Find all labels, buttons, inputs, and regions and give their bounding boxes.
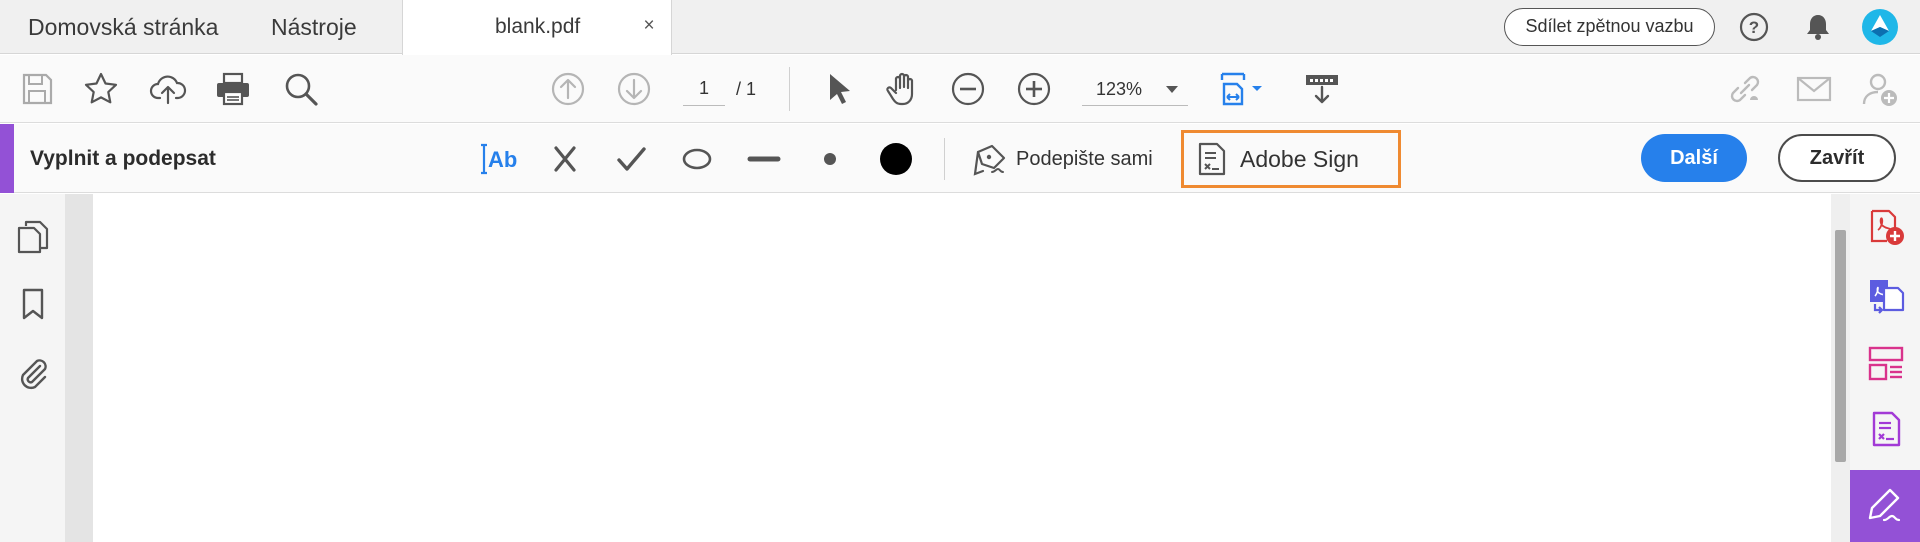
ellipse-icon[interactable] (678, 140, 716, 178)
export-pdf-icon[interactable] (1867, 276, 1905, 314)
scrollbar-thumb[interactable] (1835, 230, 1846, 462)
right-tools-pane (1850, 194, 1920, 542)
cloud-upload-icon[interactable] (149, 70, 187, 108)
pages-icon[interactable] (15, 218, 51, 254)
document-gutter (65, 194, 93, 542)
search-icon[interactable] (282, 70, 320, 108)
print-icon[interactable] (214, 70, 252, 108)
arrow-up-icon[interactable] (549, 70, 587, 108)
help-glyph: ? (1749, 18, 1759, 37)
zoom-out-icon[interactable] (949, 70, 987, 108)
next-button[interactable]: Další (1641, 134, 1747, 182)
page-number-input[interactable] (683, 72, 725, 106)
attachment-icon[interactable] (15, 354, 51, 390)
tab-document[interactable]: blank.pdf × (402, 0, 672, 55)
star-icon[interactable] (82, 70, 120, 108)
fill-sign-accent (0, 124, 14, 193)
share-feedback-button[interactable]: Sdílet zpětnou vazbu (1504, 8, 1715, 46)
send-for-signature-icon[interactable] (1867, 410, 1905, 448)
pointer-icon[interactable] (819, 70, 857, 108)
acrobat-window: Domovská stránka Nástroje blank.pdf × Sd… (0, 0, 1920, 542)
bookmark-icon[interactable] (15, 286, 51, 322)
zoom-value: 123% (1096, 79, 1143, 99)
tab-home[interactable]: Domovská stránka (28, 0, 218, 54)
tab-bar: Domovská stránka Nástroje blank.pdf × Sd… (0, 0, 1920, 55)
sign-yourself-label: Podepište sami (1016, 148, 1153, 170)
toolbar-divider (789, 67, 790, 111)
color-icon[interactable] (877, 140, 915, 178)
chevron-down-icon (1166, 86, 1178, 93)
adobe-sign-button[interactable]: Adobe Sign (1181, 130, 1401, 188)
cross-icon[interactable] (546, 140, 584, 178)
fill-sign-divider (944, 138, 945, 180)
document-page[interactable] (93, 194, 1831, 542)
fill-sign-toolbar: Vyplnit a podepsat Ab Podepište sami Ado… (0, 124, 1920, 193)
zoom-in-icon[interactable] (1015, 70, 1053, 108)
hand-icon[interactable] (884, 70, 922, 108)
close-tab-icon[interactable]: × (639, 16, 659, 36)
link-icon[interactable] (1726, 70, 1764, 108)
text-tool-label: Ab (488, 147, 517, 172)
left-navigation-pane (0, 194, 65, 542)
line-icon[interactable] (745, 140, 783, 178)
tab-tools[interactable]: Nástroje (271, 0, 357, 54)
help-icon[interactable]: ? (1738, 11, 1770, 43)
pen-icon (973, 144, 1006, 176)
close-button[interactable]: Zavřít (1778, 134, 1896, 182)
avatar[interactable] (1862, 9, 1898, 45)
create-pdf-icon[interactable] (1867, 208, 1905, 246)
adobe-sign-label: Adobe Sign (1240, 146, 1359, 172)
tab-document-label: blank.pdf (495, 15, 581, 38)
text-tool-icon[interactable]: Ab (478, 140, 524, 178)
add-user-icon[interactable] (1861, 70, 1899, 108)
scroll-mode-icon[interactable] (1303, 70, 1341, 108)
zoom-select[interactable]: 123% (1082, 72, 1188, 106)
fill-sign-title: Vyplnit a podepsat (30, 147, 216, 170)
save-icon[interactable] (18, 70, 56, 108)
dot-icon[interactable] (811, 140, 849, 178)
arrow-down-icon[interactable] (615, 70, 653, 108)
fit-page-icon[interactable] (1218, 70, 1272, 108)
fill-sign-tool-active[interactable] (1850, 470, 1920, 542)
organize-pages-icon[interactable] (1867, 344, 1905, 382)
check-icon[interactable] (612, 140, 650, 178)
adobe-sign-icon (1198, 142, 1226, 176)
main-toolbar: / 1 123% (0, 55, 1920, 123)
vertical-scrollbar[interactable] (1831, 194, 1850, 542)
page-total: / 1 (736, 79, 757, 99)
bell-icon[interactable] (1802, 11, 1834, 43)
fill-sign-icon (1868, 488, 1901, 522)
mail-icon[interactable] (1795, 70, 1833, 108)
